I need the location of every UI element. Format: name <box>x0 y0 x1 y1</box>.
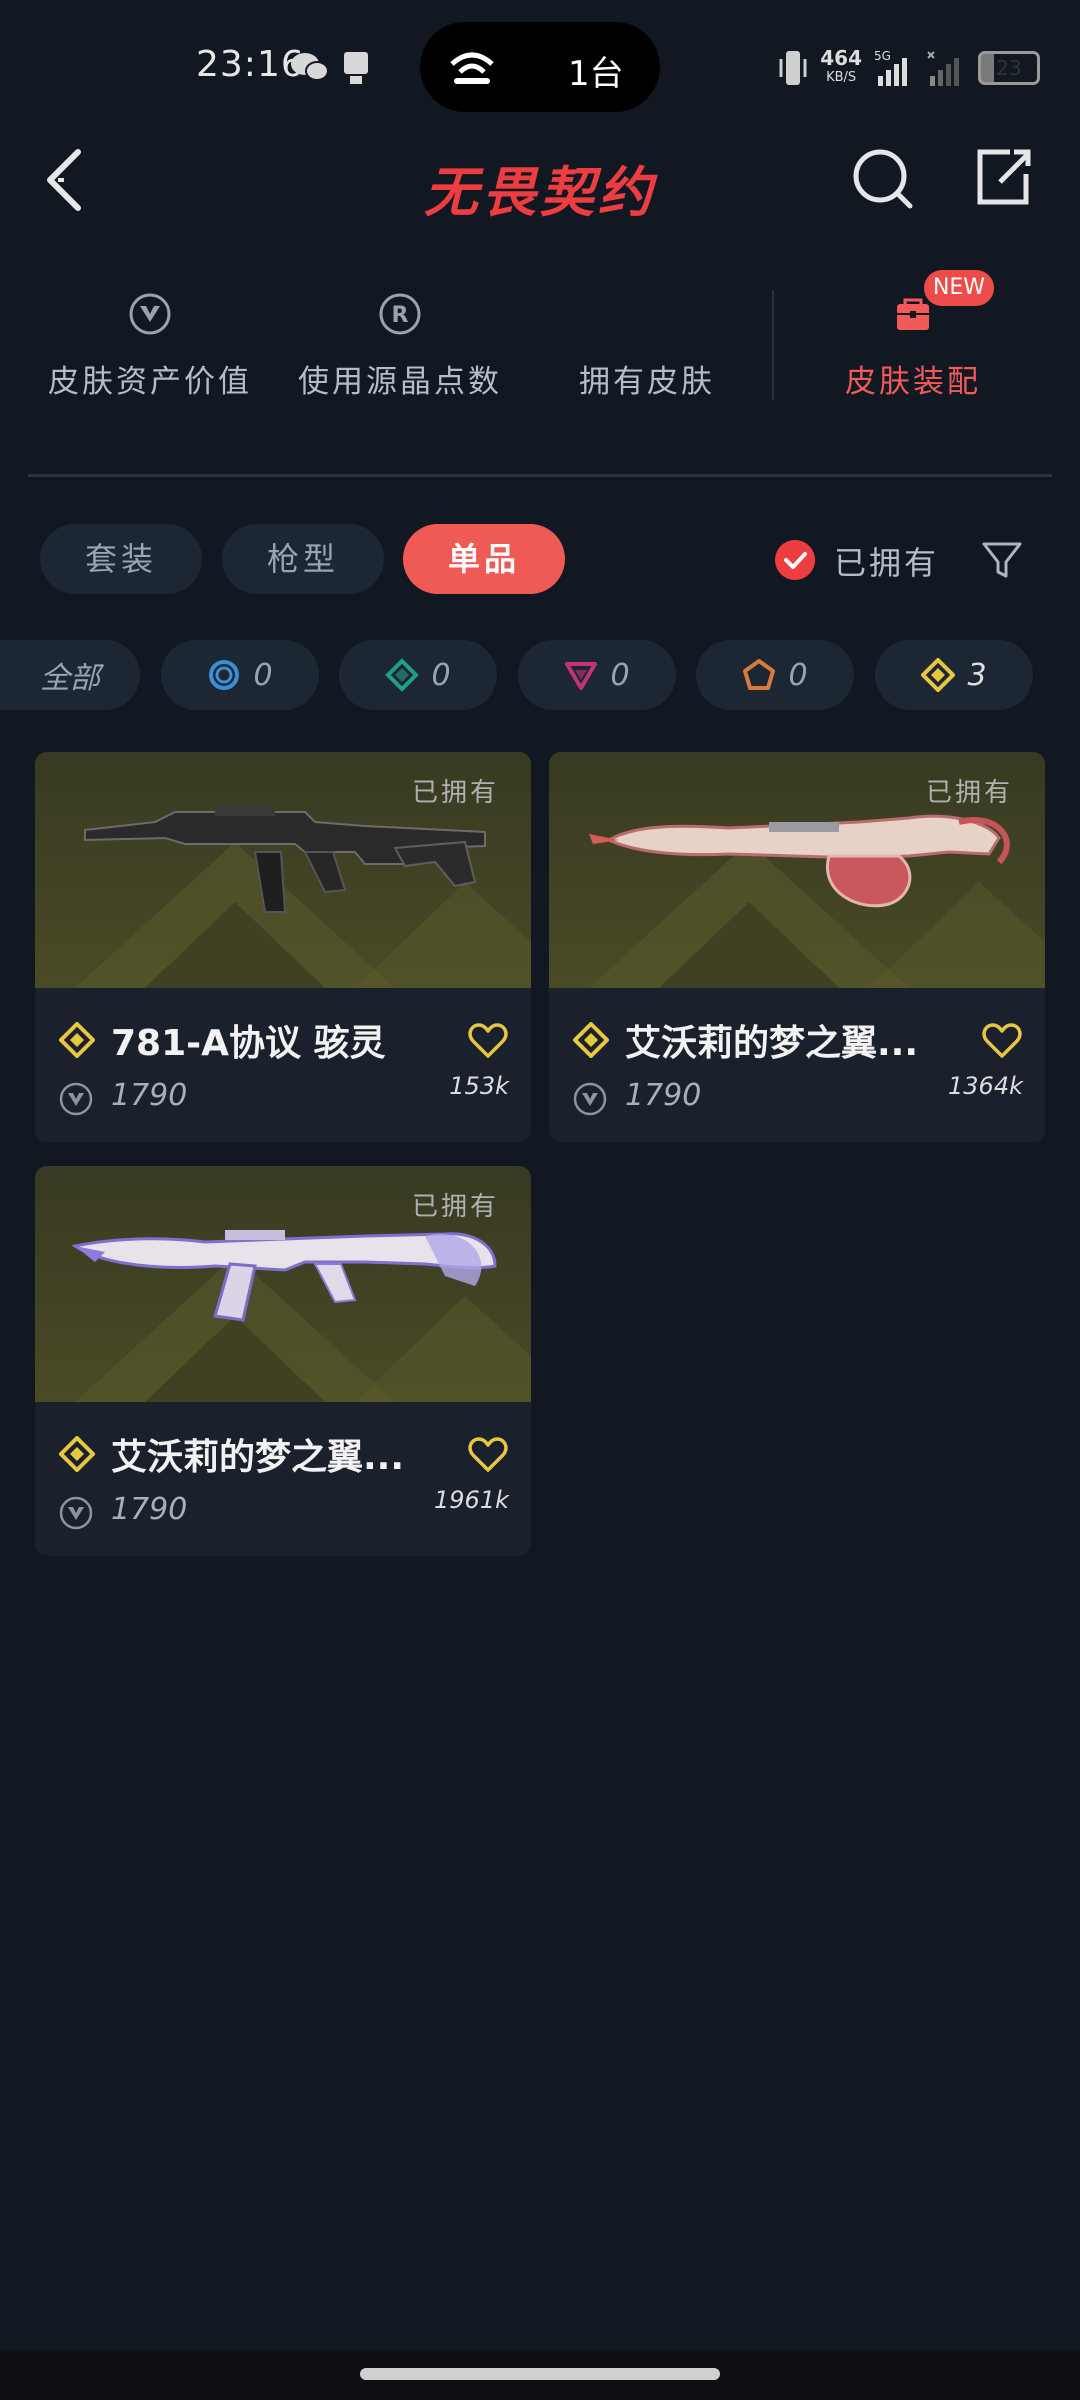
status-time: 23:16 <box>196 44 305 85</box>
skin-price: 1790 <box>625 1078 702 1113</box>
tier-chip-select[interactable]: 0 <box>161 640 319 710</box>
skin-card[interactable]: 已拥有 781-A协议 骇灵 1790 153k <box>35 752 531 1142</box>
svg-text:5G: 5G <box>874 49 891 63</box>
skin-image: 已拥有 <box>35 752 531 988</box>
nav-owned-skins[interactable]: 拥有皮肤 <box>522 270 772 420</box>
skin-image: 已拥有 <box>549 752 1045 988</box>
new-badge: NEW <box>924 270 994 306</box>
network-speed: 464 KB/S <box>820 46 862 85</box>
valorant-points-icon <box>59 1496 93 1530</box>
premium-tier-icon <box>565 662 598 690</box>
screen-cast-icon <box>344 52 368 84</box>
skin-name: 艾沃莉的梦之翼... <box>111 1437 405 1478</box>
status-indicators: 464 KB/S 5G 23 <box>778 46 1040 90</box>
owned-tag: 已拥有 <box>411 1192 499 1222</box>
page-title: 无畏契约 <box>424 161 656 224</box>
nav-label: 拥有皮肤 <box>579 364 715 400</box>
home-indicator[interactable] <box>360 2368 720 2380</box>
filter-icon[interactable] <box>980 538 1024 582</box>
favorite-count: 1364k <box>948 1072 1023 1100</box>
wechat-icon <box>291 53 329 81</box>
tier-chip-exclusive[interactable]: 0 <box>696 640 854 710</box>
tier-chip-count: 3 <box>967 657 987 693</box>
share-icon[interactable] <box>970 144 1036 210</box>
hotspot-device-count: 1台 <box>568 54 624 94</box>
owned-checkbox[interactable] <box>775 540 815 580</box>
owned-tag: 已拥有 <box>925 778 1013 808</box>
svg-text:R: R <box>392 303 409 328</box>
radianite-icon: R <box>379 293 421 335</box>
owned-filter-label[interactable]: 已拥有 <box>834 538 939 584</box>
app-header: 无畏契约 <box>0 130 1080 230</box>
signal-5g-icon: 5G <box>874 49 907 86</box>
tier-chip-label: 全部 <box>40 661 100 696</box>
card-title-row: 艾沃莉的梦之翼... <box>573 1014 1023 1064</box>
status-bar: 23:16 1台 464 KB/S 5G 23 <box>0 0 1080 130</box>
battery-icon: 23 <box>978 51 1040 85</box>
segment-single-item[interactable]: 单品 <box>403 524 565 594</box>
card-title-row: 781-A协议 骇灵 <box>59 1014 509 1064</box>
filter-row: 套装 枪型 单品 已拥有 <box>0 524 1080 596</box>
top-category-nav: 皮肤资产价值 R 使用源晶点数 拥有皮肤 皮肤装配 <box>0 270 1080 420</box>
heart-icon[interactable] <box>467 1022 509 1060</box>
skin-price: 1790 <box>111 1492 188 1527</box>
favorite-count: 1961k <box>434 1486 509 1514</box>
tier-filter-row: 全部 0 0 0 0 3 <box>0 640 1080 712</box>
card-price-row: 1790 153k <box>59 1072 509 1118</box>
exclusive-tier-icon <box>743 659 776 690</box>
card-price-row: 1790 1364k <box>573 1072 1023 1118</box>
skin-image: 已拥有 <box>35 1166 531 1402</box>
signal-sim2-icon <box>927 51 959 86</box>
search-icon[interactable] <box>850 146 916 212</box>
nav-label: 皮肤装配 <box>845 364 981 400</box>
owned-tag: 已拥有 <box>411 778 499 808</box>
tier-chip-count: 0 <box>610 657 630 693</box>
skin-card[interactable]: 已拥有 艾沃莉的梦之翼... 1790 1961k <box>35 1166 531 1556</box>
valorant-points-icon <box>129 293 171 335</box>
skin-name: 781-A协议 骇灵 <box>111 1023 386 1064</box>
skin-name: 艾沃莉的梦之翼... <box>625 1023 919 1064</box>
skin-card[interactable]: 已拥有 艾沃莉的梦之翼... 1790 1364k <box>549 752 1045 1142</box>
nav-skin-asset-value[interactable]: 皮肤资产价值 <box>25 270 275 420</box>
ultra-tier-icon <box>921 658 956 692</box>
nav-divider <box>772 290 774 400</box>
vibrate-icon <box>779 51 807 85</box>
nav-radianite-points[interactable]: R 使用源晶点数 <box>275 270 525 420</box>
nav-skin-loadout[interactable]: 皮肤装配 <box>788 270 1038 420</box>
nav-label: 皮肤资产价值 <box>48 364 252 400</box>
heart-icon[interactable] <box>981 1022 1023 1060</box>
tier-chip-count: 0 <box>431 657 451 693</box>
segment-bundle[interactable]: 套装 <box>40 524 202 594</box>
favorite-count: 153k <box>449 1072 509 1100</box>
heart-icon[interactable] <box>467 1436 509 1474</box>
card-title-row: 艾沃莉的梦之翼... <box>59 1428 509 1478</box>
valorant-points-icon <box>573 1082 607 1116</box>
tier-chip-all[interactable]: 全部 <box>0 640 140 710</box>
ultra-tier-icon <box>59 1022 95 1058</box>
deluxe-tier-icon <box>385 658 420 692</box>
divider <box>28 474 1052 477</box>
card-price-row: 1790 1961k <box>59 1486 509 1532</box>
skin-price: 1790 <box>111 1078 188 1113</box>
hotspot-icon <box>450 52 494 84</box>
tier-chip-count: 0 <box>253 657 273 693</box>
nav-label: 使用源晶点数 <box>298 364 502 400</box>
tier-chip-deluxe[interactable]: 0 <box>339 640 497 710</box>
ultra-tier-icon <box>573 1022 609 1058</box>
segment-weapon-type[interactable]: 枪型 <box>222 524 384 594</box>
ultra-tier-icon <box>59 1436 95 1472</box>
tier-chip-count: 0 <box>788 657 808 693</box>
select-tier-icon <box>209 660 240 690</box>
tier-chip-ultra[interactable]: 3 <box>875 640 1033 710</box>
tier-chip-premium[interactable]: 0 <box>518 640 676 710</box>
valorant-points-icon <box>59 1082 93 1116</box>
